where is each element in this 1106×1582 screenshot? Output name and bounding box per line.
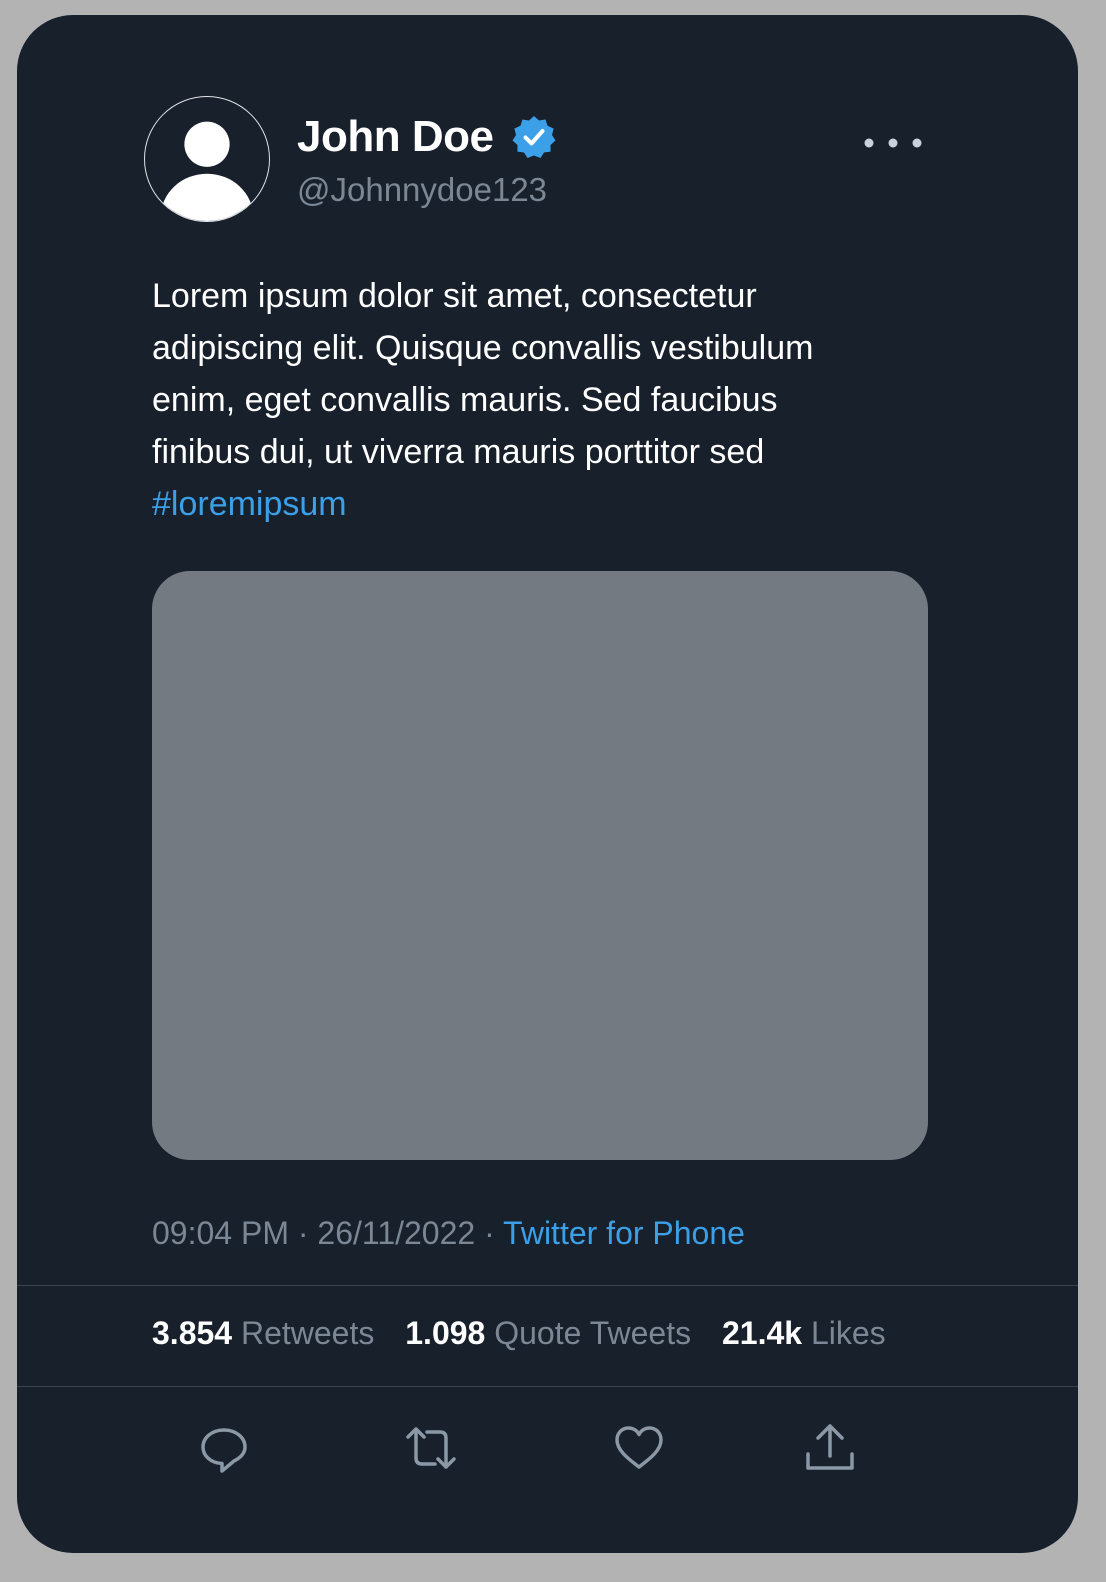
tweet-card: John Doe @Johnnydoe123 Lorem ipsum dolor… xyxy=(17,15,1078,1553)
more-icon[interactable] xyxy=(857,127,929,159)
quote-tweets-stat[interactable]: 1.098 Quote Tweets xyxy=(405,1315,691,1351)
tweet-text: Lorem ipsum dolor sit amet, consectetur … xyxy=(152,270,932,530)
tweet-stats: 3.854 Retweets 1.098 Quote Tweets 21.4k … xyxy=(152,1315,886,1352)
meta-separator: · xyxy=(297,1215,309,1251)
action-bar xyxy=(17,1420,1078,1480)
name-row: John Doe xyxy=(297,111,557,163)
hashtag-link[interactable]: #loremipsum xyxy=(152,478,932,530)
tweet-date[interactable]: 26/11/2022 xyxy=(317,1215,475,1251)
default-avatar-icon xyxy=(160,121,254,221)
divider xyxy=(17,1285,1078,1286)
share-icon[interactable] xyxy=(802,1420,858,1476)
avatar[interactable] xyxy=(144,96,270,222)
meta-separator: · xyxy=(484,1215,495,1251)
tweet-time[interactable]: 09:04 PM xyxy=(152,1215,289,1251)
heart-icon[interactable] xyxy=(611,1420,667,1476)
tweet-text-line: enim, eget convallis mauris. Sed faucibu… xyxy=(152,381,778,419)
tweet-meta: 09:04 PM · 26/11/2022 · Twitter for Phon… xyxy=(152,1215,745,1252)
comment-icon[interactable] xyxy=(196,1420,252,1476)
likes-stat[interactable]: 21.4k Likes xyxy=(722,1315,886,1351)
tweet-source-link[interactable]: Twitter for Phone xyxy=(503,1215,745,1251)
retweets-count: 3.854 xyxy=(152,1315,233,1351)
retweets-label: Retweets xyxy=(240,1315,375,1351)
display-name[interactable]: John Doe xyxy=(297,112,494,162)
verified-badge-icon xyxy=(511,114,557,160)
quote-tweets-count: 1.098 xyxy=(405,1315,486,1351)
tweet-text-line: adipiscing elit. Quisque convallis vesti… xyxy=(152,329,814,367)
divider xyxy=(17,1386,1078,1387)
retweet-icon[interactable] xyxy=(403,1420,459,1476)
user-handle[interactable]: @Johnnydoe123 xyxy=(297,171,547,209)
retweets-stat[interactable]: 3.854 Retweets xyxy=(152,1315,374,1351)
media-image[interactable] xyxy=(152,571,928,1160)
likes-count: 21.4k xyxy=(721,1315,803,1351)
tweet-text-line: finibus dui, ut viverra mauris porttitor… xyxy=(152,433,765,471)
likes-label: Likes xyxy=(810,1315,886,1351)
tweet-text-line: Lorem ipsum dolor sit amet, consectetur xyxy=(152,277,757,315)
quote-tweets-label: Quote Tweets xyxy=(494,1315,692,1351)
